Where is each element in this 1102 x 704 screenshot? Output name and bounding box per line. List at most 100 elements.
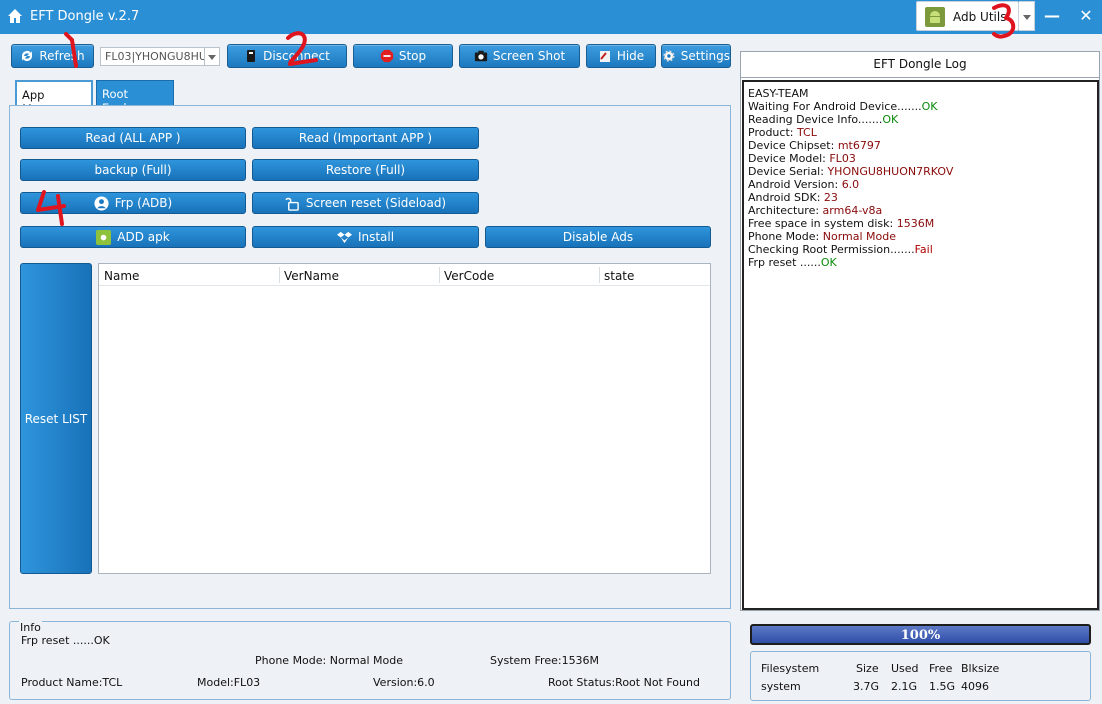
log-line-text: Architecture: <box>748 204 823 217</box>
log-line-value: TCL <box>796 126 817 139</box>
reset-list-button[interactable]: Reset LIST <box>20 263 92 574</box>
log-line-text: Android Version: <box>748 178 842 191</box>
column-vercode[interactable]: VerCode <box>444 269 494 283</box>
install-button[interactable]: Install <box>252 226 479 248</box>
read-important-app-label: Read (Important APP ) <box>298 131 433 145</box>
column-name[interactable]: Name <box>104 269 139 283</box>
frp-adb-label: Frp (ADB) <box>114 196 173 210</box>
column-divider[interactable] <box>599 267 600 283</box>
fs-header-blksize: Blksize <box>961 662 1000 675</box>
log-line-text: Checking Root Permission....... <box>748 243 915 256</box>
log-line: Phone Mode: Normal Mode <box>748 230 1093 243</box>
home-icon[interactable] <box>7 8 23 24</box>
adb-utils-dropdown[interactable] <box>1019 1 1035 31</box>
screenshot-label: Screen Shot <box>492 49 566 63</box>
restore-full-button[interactable]: Restore (Full) <box>252 159 479 181</box>
log-line-text: Product: <box>748 126 797 139</box>
device-select[interactable]: FL03|YHONGU8HU <box>100 47 205 66</box>
settings-label: Settings <box>680 49 730 63</box>
log-line-text: Android SDK: <box>748 191 824 204</box>
disconnect-button[interactable]: Disconnect <box>227 44 347 68</box>
backup-full-button[interactable]: backup (Full) <box>20 159 246 181</box>
screenshot-button[interactable]: Screen Shot <box>459 44 580 68</box>
adb-utils-button[interactable]: Adb Utils <box>916 1 1019 31</box>
log-line-text: Free space in system disk: <box>748 217 897 230</box>
log-line-value: arm64-v8a <box>822 204 883 217</box>
read-important-app-button[interactable]: Read (Important APP ) <box>252 127 479 149</box>
stop-icon <box>380 49 393 63</box>
column-state[interactable]: state <box>604 269 634 283</box>
minimize-button[interactable]: — <box>1042 6 1062 26</box>
column-divider[interactable] <box>439 267 440 283</box>
fs-value-used: 2.1G <box>891 680 918 693</box>
log-line: Device Chipset: mt6797 <box>748 139 1093 152</box>
fs-header-size: Size <box>856 662 879 675</box>
dropbox-icon <box>336 231 352 243</box>
log-line: Checking Root Permission.......Fail <box>748 243 1093 256</box>
screen-reset-label: Screen reset (Sideload) <box>305 196 447 210</box>
info-group: Info Frp reset ......OK Phone Mode: Norm… <box>9 621 731 700</box>
hide-label: Hide <box>616 49 645 63</box>
frp-adb-button[interactable]: Frp (ADB) <box>20 192 246 214</box>
add-apk-button[interactable]: ADD apk <box>20 226 246 248</box>
info-title: Info <box>19 621 42 634</box>
log-line-value: FL03 <box>829 152 856 165</box>
log-body[interactable]: EASY-TEAM Waiting For Android Device.....… <box>742 80 1099 610</box>
read-all-app-button[interactable]: Read (ALL APP ) <box>20 127 246 149</box>
info-version: Version:6.0 <box>373 676 435 689</box>
info-root-status: Root Status:Root Not Found <box>548 676 700 689</box>
log-line-text: Reading Device Info....... <box>748 113 883 126</box>
fs-value-free: 1.5G <box>929 680 956 693</box>
user-icon <box>94 195 109 211</box>
log-line-value: 6.0 <box>841 178 860 191</box>
log-line-value: OK <box>921 100 938 113</box>
log-line-value: mt6797 <box>837 139 881 152</box>
log-line-text: Frp reset ...... <box>748 256 821 269</box>
info-product-name: Product Name:TCL <box>21 676 123 689</box>
screen-reset-button[interactable]: Screen reset (Sideload) <box>252 192 479 214</box>
log-line-value: OK <box>820 256 837 269</box>
info-phone-mode: Phone Mode: Normal Mode <box>255 654 404 667</box>
fs-header-filesystem: Filesystem <box>761 662 820 675</box>
tab-app-manager[interactable]: App Manager <box>15 80 93 116</box>
app-list-table[interactable]: Name VerName VerCode state <box>98 263 711 574</box>
log-line: Product: TCL <box>748 126 1093 139</box>
column-vername[interactable]: VerName <box>284 269 339 283</box>
log-line-value: Fail <box>914 243 933 256</box>
gear-icon <box>663 50 675 62</box>
disable-ads-button[interactable]: Disable Ads <box>485 226 711 248</box>
info-model: Model:FL03 <box>197 676 261 689</box>
settings-button[interactable]: Settings <box>661 44 731 68</box>
fs-value-filesystem: system <box>761 680 801 693</box>
backup-full-label: backup (Full) <box>94 163 172 177</box>
log-line-text: Device Chipset: <box>748 139 838 152</box>
close-button[interactable]: ✕ <box>1076 6 1096 26</box>
log-line-value: Normal Mode <box>822 230 897 243</box>
hide-button[interactable]: Hide <box>586 44 656 68</box>
column-divider[interactable] <box>279 267 280 283</box>
progress-bar: 100% <box>750 624 1091 645</box>
stop-button[interactable]: Stop <box>353 44 453 68</box>
refresh-icon <box>22 51 33 61</box>
fs-header-used: Used <box>891 662 919 675</box>
read-all-app-label: Read (ALL APP ) <box>85 131 181 145</box>
progress-text: 100% <box>900 628 941 643</box>
disable-ads-label: Disable Ads <box>562 230 634 244</box>
log-panel: EFT Dongle Log EASY-TEAM Waiting For Andr… <box>740 51 1100 611</box>
tab-root-explorer[interactable]: Root Explorer <box>96 80 174 115</box>
app-list-header: Name VerName VerCode state <box>99 264 710 286</box>
log-line: Frp reset ......OK <box>748 256 1093 269</box>
log-line: Waiting For Android Device.......OK <box>748 100 1093 113</box>
install-label: Install <box>357 230 395 244</box>
log-title: EFT Dongle Log <box>741 52 1099 78</box>
title-bar: EFT Dongle v.2.7 Adb Utils — ✕ <box>0 0 1102 34</box>
log-line-text: Device Serial: <box>748 165 828 178</box>
device-select-dropdown[interactable] <box>204 47 220 66</box>
log-line: Android SDK: 23 <box>748 191 1093 204</box>
reset-list-label: Reset LIST <box>24 411 88 426</box>
usb-icon <box>247 50 256 62</box>
refresh-button[interactable]: Refresh <box>11 44 94 68</box>
log-line-text: Phone Mode: <box>748 230 823 243</box>
android-icon <box>925 7 945 27</box>
stop-label: Stop <box>398 49 427 63</box>
